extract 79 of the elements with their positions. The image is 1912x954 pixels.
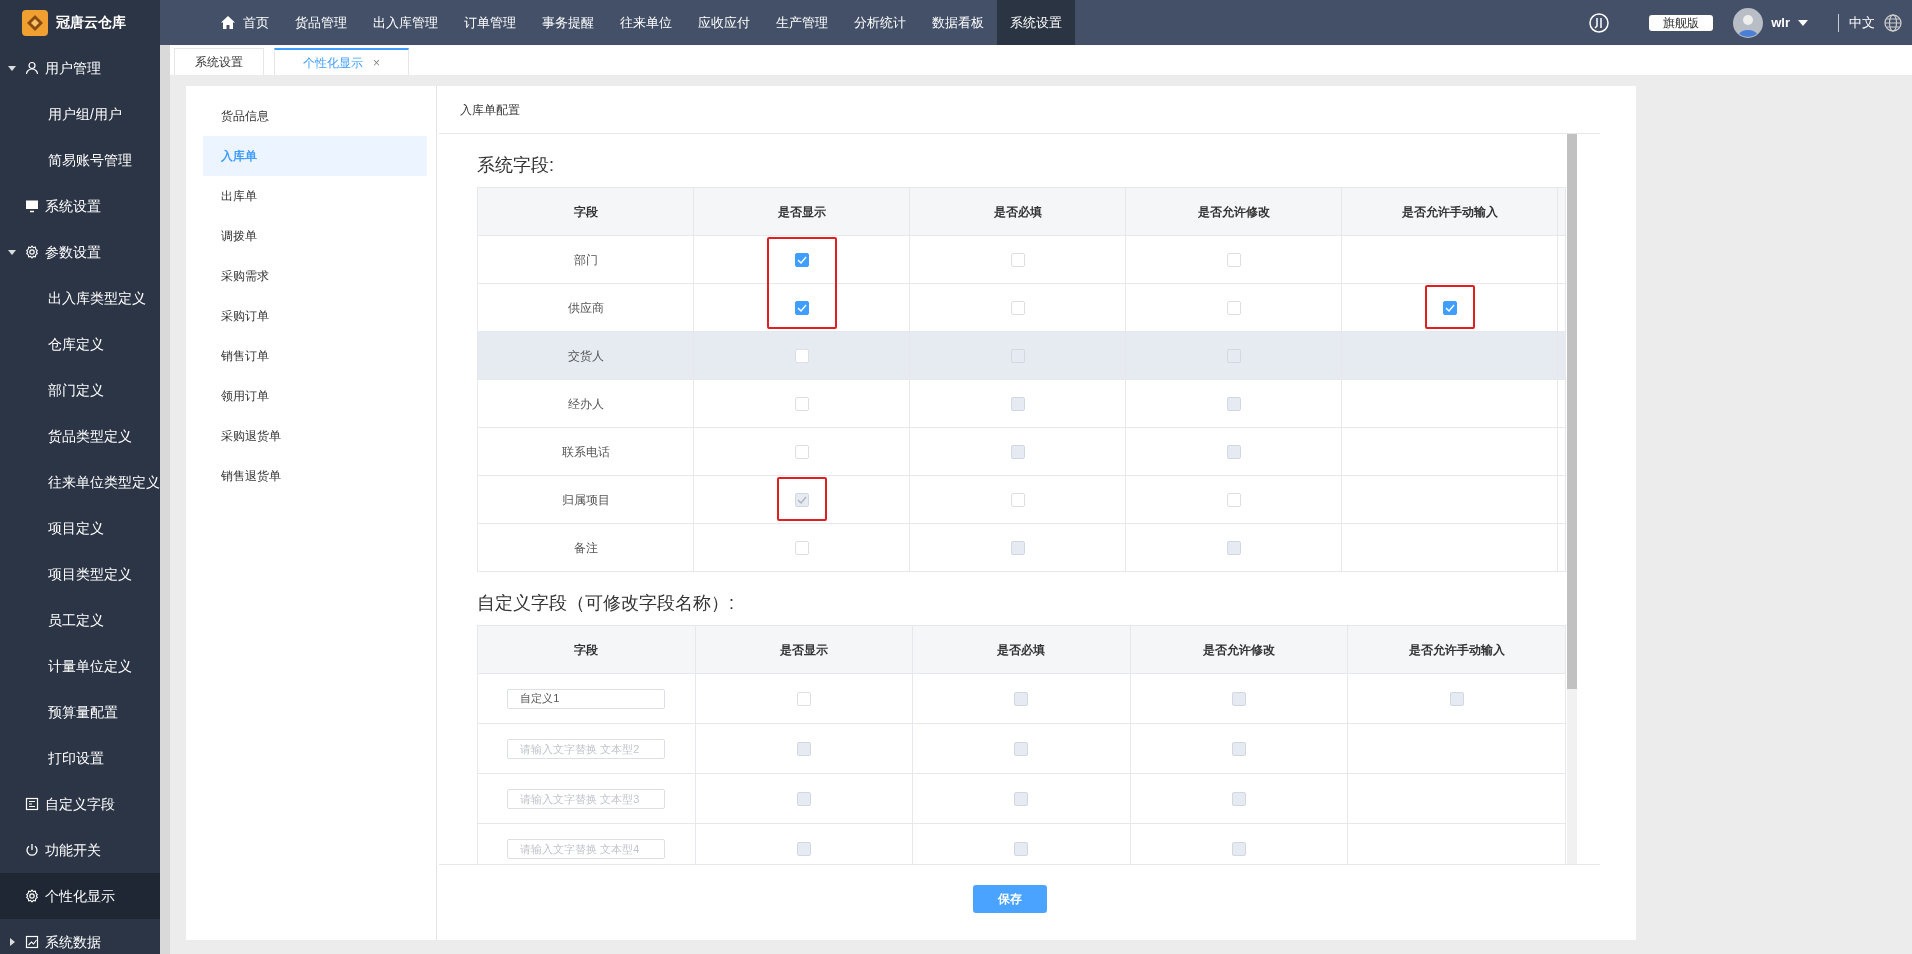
sidebar-item[interactable]: 用户管理: [0, 45, 160, 91]
sidebar-item[interactable]: 系统设置: [0, 183, 160, 229]
gear-icon: [25, 245, 39, 259]
globe-icon[interactable]: [1884, 13, 1902, 32]
edition-badge: 旗舰版: [1649, 14, 1714, 31]
power-icon: [25, 843, 39, 857]
field-name: 部门: [573, 251, 598, 269]
sidebar-subitem[interactable]: 员工定义: [0, 597, 160, 643]
close-button[interactable]: ×: [373, 53, 380, 72]
config-menu-item[interactable]: 采购需求: [203, 256, 427, 296]
config-menu-item[interactable]: 调拨单: [203, 216, 427, 256]
home-icon: [221, 16, 235, 29]
sidebar-subitem[interactable]: 用户组/用户: [0, 91, 160, 137]
circle-logo-icon[interactable]: [1589, 12, 1610, 33]
section-heading: 系统字段:: [476, 154, 555, 177]
config-menu-item[interactable]: 领用订单: [203, 376, 427, 416]
sidebar-item[interactable]: 功能开关: [0, 827, 160, 873]
checkbox[interactable]: [794, 252, 809, 267]
nav-tab[interactable]: 应收应付: [685, 0, 763, 45]
config-menu-item[interactable]: 销售订单: [203, 336, 427, 376]
config-menu-item[interactable]: 货品信息: [203, 96, 427, 136]
field-name: 供应商: [567, 299, 604, 317]
sidebar-subitem[interactable]: 计量单位定义: [0, 643, 160, 689]
sidebar-subitem[interactable]: 简易账号管理: [0, 137, 160, 183]
sidebar-subitem[interactable]: 往来单位类型定义: [0, 459, 160, 505]
panel-title: 入库单配置: [460, 101, 520, 119]
sidebar-item[interactable]: 系统数据: [0, 919, 160, 954]
page-tab[interactable]: 个性化显示 ×: [274, 48, 409, 75]
field-name: 备注: [573, 539, 598, 557]
nav-tab[interactable]: 分析统计: [841, 0, 919, 45]
nav-tab[interactable]: 生产管理: [763, 0, 841, 45]
form-icon: [25, 797, 39, 811]
sidebar-subitem[interactable]: 出入库类型定义: [0, 275, 160, 321]
avatar-icon[interactable]: [1733, 7, 1764, 38]
config-menu-item[interactable]: 出库单: [203, 176, 427, 216]
sidebar-item[interactable]: 自定义字段: [0, 781, 160, 827]
sidebar-item[interactable]: 参数设置: [0, 229, 160, 275]
checkbox[interactable]: [794, 300, 809, 315]
field-name: 经办人: [567, 395, 604, 413]
language-label[interactable]: 中文: [1849, 12, 1875, 33]
caret-icon[interactable]: [1798, 19, 1808, 26]
user-name[interactable]: wlr: [1771, 12, 1790, 33]
sidebar-subitem[interactable]: 部门定义: [0, 367, 160, 413]
caret-down-icon: [8, 64, 16, 72]
checkbox[interactable]: [1442, 300, 1457, 315]
field-name: 交货人: [567, 347, 604, 365]
caret-right-icon: [8, 938, 16, 946]
scrollbar[interactable]: [1567, 134, 1577, 864]
app-title: 冠唐云仓库: [56, 13, 126, 32]
nav-tab[interactable]: 首页: [208, 0, 282, 45]
nav-tab[interactable]: 事务提醒: [529, 0, 607, 45]
logo-icon: [22, 9, 48, 36]
sidebar-subitem[interactable]: 打印设置: [0, 735, 160, 781]
section-heading: 自定义字段（可修改字段名称）:: [476, 592, 735, 615]
monitor-icon: [25, 199, 39, 213]
nav-tab[interactable]: 出入库管理: [360, 0, 451, 45]
user-icon: [25, 61, 39, 75]
caret-down-icon: [8, 248, 16, 256]
page-tab[interactable]: 系统设置: [174, 48, 264, 75]
chart-icon: [25, 935, 39, 949]
field-name-input[interactable]: 自定义1: [507, 688, 666, 709]
nav-tab[interactable]: 数据看板: [919, 0, 997, 45]
nav-tab[interactable]: 往来单位: [607, 0, 685, 45]
nav-tab[interactable]: 订单管理: [451, 0, 529, 45]
field-name: 联系电话: [561, 443, 610, 461]
config-menu-item[interactable]: 销售退货单: [203, 456, 427, 496]
gear-icon: [25, 889, 39, 903]
sidebar-item[interactable]: 个性化显示: [0, 873, 160, 919]
sidebar-subitem[interactable]: 仓库定义: [0, 321, 160, 367]
field-name: 归属项目: [561, 491, 610, 509]
sidebar-subitem[interactable]: 货品类型定义: [0, 413, 160, 459]
config-menu-item[interactable]: 采购订单: [203, 296, 427, 336]
config-menu-item[interactable]: 采购退货单: [203, 416, 427, 456]
sidebar-subitem[interactable]: 预算量配置: [0, 689, 160, 735]
nav-tab[interactable]: 系统设置: [997, 0, 1075, 45]
sidebar-subitem[interactable]: 项目定义: [0, 505, 160, 551]
nav-tab[interactable]: 货品管理: [282, 0, 360, 45]
scrollbar[interactable]: [160, 45, 170, 954]
sidebar-subitem[interactable]: 项目类型定义: [0, 551, 160, 597]
